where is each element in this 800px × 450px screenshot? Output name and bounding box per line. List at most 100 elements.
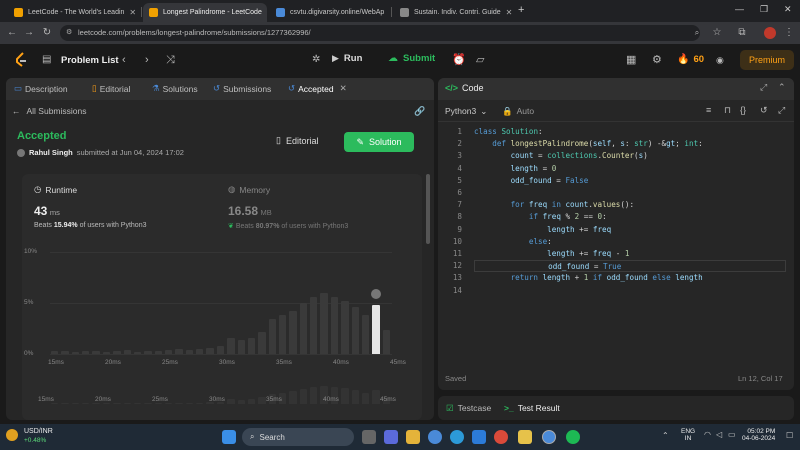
code-tab[interactable]: </> Code <box>445 83 484 93</box>
braces-icon[interactable]: {} <box>740 105 746 115</box>
back-arrow-icon[interactable]: ← <box>5 26 19 40</box>
distribution-bar[interactable] <box>175 348 183 354</box>
distribution-bar[interactable] <box>258 331 266 354</box>
distribution-bar[interactable] <box>247 337 256 354</box>
bookmark-icon[interactable]: ⊓ <box>724 105 731 116</box>
code-line[interactable]: def longestPalindrome(self, s: str) -&gt… <box>474 138 702 150</box>
code-line[interactable]: if freq % 2 == 0: <box>474 211 607 223</box>
alarm-clock-icon[interactable]: ⏰ <box>452 53 466 67</box>
teams-icon[interactable] <box>384 430 398 444</box>
taskbar-search[interactable]: ⌕ Search <box>242 428 354 446</box>
distribution-bar[interactable] <box>82 350 90 354</box>
code-line[interactable]: else: <box>474 236 552 248</box>
ticker-name[interactable]: USD/INR <box>24 428 53 435</box>
weather-widget-icon[interactable] <box>6 429 18 441</box>
fullscreen-icon[interactable]: ⤢ <box>778 105 785 116</box>
notifications-icon[interactable]: ☐ <box>786 431 793 440</box>
code-line[interactable]: length += freq - 1 <box>474 248 629 260</box>
url-input[interactable]: ⚙ leetcode.com/problems/longest-palindro… <box>60 25 700 41</box>
distribution-bar[interactable] <box>310 296 318 354</box>
distribution-bar[interactable] <box>154 350 162 354</box>
chrome-active-icon[interactable] <box>542 430 556 444</box>
reload-icon[interactable]: ↻ <box>40 26 54 40</box>
language-select[interactable]: Python3 ⌄ <box>445 106 487 117</box>
shuffle-icon[interactable]: ⤨ <box>166 53 175 67</box>
distribution-bar[interactable] <box>382 329 390 354</box>
gear-icon[interactable]: ⚙ <box>652 53 662 67</box>
tab-accepted[interactable]: ↺ Accepted ✕ <box>288 83 347 94</box>
all-submissions-link[interactable]: ← All Submissions <box>12 106 87 116</box>
tab-description[interactable]: ▭ Description <box>14 83 68 94</box>
format-icon[interactable]: ≡ <box>706 105 711 115</box>
distribution-bar[interactable] <box>351 307 359 354</box>
profile-avatar[interactable] <box>764 27 776 39</box>
distribution-bar[interactable] <box>320 292 328 354</box>
tab-solutions[interactable]: ⚗ Solutions <box>152 83 198 94</box>
browser-tab-leetcode[interactable]: LeetCode - The World's Leadin ✕ <box>8 3 138 22</box>
distribution-bar[interactable] <box>268 319 276 354</box>
leetcode-logo-icon[interactable] <box>14 52 28 68</box>
distribution-bar[interactable] <box>61 350 69 354</box>
auto-toggle[interactable]: 🔒 Auto <box>502 106 534 117</box>
distribution-bar[interactable] <box>330 296 339 354</box>
distribution-bar[interactable] <box>92 350 100 354</box>
wifi-icon[interactable]: ◠ <box>704 430 711 439</box>
distribution-bar[interactable] <box>123 349 131 354</box>
distribution-bar[interactable] <box>279 315 287 354</box>
battery-icon[interactable]: ▭ <box>728 430 736 439</box>
code-line[interactable]: return length + 1 if odd_found else leng… <box>474 272 703 284</box>
chrome-icon[interactable] <box>428 430 442 444</box>
chevron-left-icon[interactable]: ‹ <box>122 53 126 67</box>
file-explorer-icon[interactable] <box>406 430 420 444</box>
code-line[interactable]: count = collections.Counter(s) <box>474 150 648 162</box>
store-icon[interactable] <box>472 430 486 444</box>
solution-button[interactable]: ✎ Solution <box>344 132 414 152</box>
code-line[interactable]: odd_found = True <box>474 260 786 272</box>
system-clock[interactable]: 05:02 PM 04-06-2024 <box>742 428 775 442</box>
zoom-icon[interactable]: ⌕ <box>690 26 704 40</box>
menu-kebab-icon[interactable]: ⋮ <box>782 26 796 40</box>
browser-tab-csvtu[interactable]: csvtu.digivarsity.online/WebAp ✕ <box>270 3 388 22</box>
debug-icon[interactable]: ✲ <box>312 53 320 67</box>
close-icon[interactable]: ✕ <box>340 83 347 94</box>
premium-button[interactable]: Premium <box>740 50 794 70</box>
distribution-bar[interactable] <box>299 303 308 354</box>
chevron-up-icon[interactable]: ⌃ <box>778 82 786 93</box>
tab-editorial[interactable]: ▯ Editorial <box>92 83 130 94</box>
submit-button[interactable]: ☁ Submit <box>388 53 435 64</box>
distribution-bar[interactable] <box>361 315 370 354</box>
editorial-button[interactable]: ▯ Editorial <box>276 135 318 146</box>
tab-testcase[interactable]: ☑ Testcase <box>446 403 491 414</box>
distribution-bar[interactable] <box>144 350 152 354</box>
username[interactable]: Rahul Singh <box>29 148 73 157</box>
distribution-bar[interactable] <box>51 350 59 354</box>
distribution-bar[interactable] <box>185 349 194 354</box>
runtime-tab[interactable]: ◷ Runtime <box>34 184 77 195</box>
language-indicator[interactable]: ENG IN <box>681 428 695 442</box>
distribution-bar[interactable] <box>227 337 235 354</box>
code-line[interactable]: for freq in count.values(): <box>474 199 635 211</box>
browser-tab-longest-palindrome[interactable]: Longest Palindrome - LeetCode ✕ <box>143 3 267 22</box>
run-button[interactable]: ▶ Run <box>332 53 362 64</box>
distribution-bar[interactable] <box>341 300 349 354</box>
code-line[interactable]: class Solution: <box>474 126 543 138</box>
task-view-icon[interactable] <box>362 430 376 444</box>
tab-test-result[interactable]: >_ Test Result <box>504 403 560 413</box>
distribution-bar[interactable] <box>165 349 173 354</box>
browser-tab-guide[interactable]: Sustain. Indiv. Contri. Guide ✕ <box>394 3 512 22</box>
bookmark-star-icon[interactable]: ☆ <box>710 26 724 40</box>
distribution-bar[interactable] <box>196 348 204 354</box>
distribution-bar[interactable] <box>237 339 245 354</box>
site-settings-icon[interactable]: ⚙ <box>66 25 72 41</box>
code-editor[interactable]: 1 class Solution: 2 def longestPalindrome(… <box>438 126 788 366</box>
problem-list-button[interactable]: Problem List <box>61 55 119 66</box>
vlc-icon[interactable] <box>518 430 532 444</box>
reset-icon[interactable]: ↺ <box>760 105 768 116</box>
tab-submissions[interactable]: ↺ Submissions <box>213 83 271 94</box>
close-icon[interactable]: ✕ <box>129 8 136 17</box>
notes-icon[interactable]: ▱ <box>476 53 484 67</box>
new-tab-button[interactable]: + <box>518 4 524 16</box>
volume-icon[interactable]: ◁ <box>716 430 722 439</box>
maximize-icon[interactable]: ❐ <box>760 4 768 15</box>
distribution-bar[interactable] <box>206 347 214 354</box>
